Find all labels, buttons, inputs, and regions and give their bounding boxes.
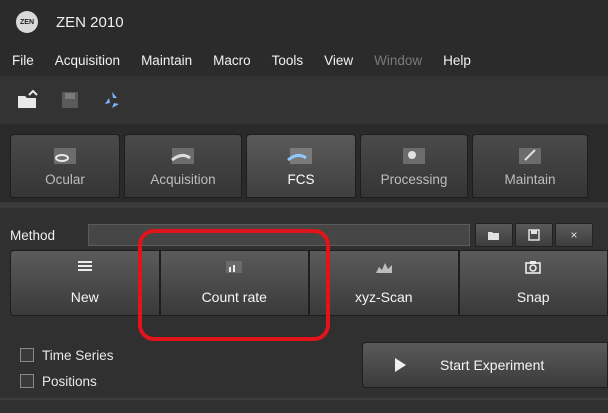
acquisition-icon	[171, 148, 194, 164]
method-close-button[interactable]: ×	[555, 223, 593, 247]
count-rate-button[interactable]: Count rate	[159, 250, 309, 316]
close-icon: ×	[570, 228, 578, 242]
tab-maintain[interactable]: Maintain	[472, 134, 588, 198]
menu-acquisition[interactable]: Acquisition	[55, 53, 120, 68]
processing-gear-icon	[403, 148, 425, 164]
menu-bar: File Acquisition Maintain Macro Tools Vi…	[0, 44, 608, 76]
open-folder-icon	[488, 232, 499, 240]
menu-macro[interactable]: Macro	[213, 53, 251, 68]
save-disk-icon	[528, 229, 540, 241]
start-experiment-button[interactable]: Start Experiment	[362, 342, 608, 388]
list-lines-icon	[77, 261, 92, 271]
title-bar: ZEN ZEN 2010	[0, 0, 608, 44]
recycle-icon[interactable]	[101, 89, 123, 111]
experiment-options: Time Series Positions	[20, 343, 114, 395]
ocular-icon	[54, 148, 76, 164]
bottom-divider	[0, 398, 608, 400]
method-buttons: ×	[475, 223, 595, 247]
menu-file[interactable]: File	[12, 53, 34, 68]
new-button[interactable]: New	[10, 250, 160, 316]
tab-acquisition[interactable]: Acquisition	[124, 134, 242, 198]
menu-window[interactable]: Window	[374, 53, 422, 68]
zen-logo-icon: ZEN	[16, 11, 38, 33]
tab-strip: Ocular Acquisition FCS Processing Mainta…	[0, 124, 608, 208]
bar-chart-icon	[226, 261, 243, 273]
tab-processing[interactable]: Processing	[360, 134, 468, 198]
main-toolbar	[0, 76, 608, 124]
window-title: ZEN 2010	[56, 13, 124, 31]
save-disk-icon[interactable]	[59, 89, 81, 111]
maintain-icon	[519, 148, 541, 164]
xyz-scan-button[interactable]: xyz-Scan	[309, 250, 459, 316]
tab-fcs[interactable]: FCS	[246, 134, 356, 198]
method-row: Method ×	[10, 222, 608, 248]
method-open-button[interactable]	[475, 223, 513, 247]
menu-tools[interactable]: Tools	[272, 53, 304, 68]
menu-maintain[interactable]: Maintain	[141, 53, 192, 68]
menu-view[interactable]: View	[324, 53, 353, 68]
time-series-option[interactable]: Time Series	[20, 343, 114, 367]
snap-button[interactable]: Snap	[458, 250, 608, 316]
play-icon	[395, 358, 406, 372]
menu-help[interactable]: Help	[443, 53, 471, 68]
method-label: Method	[10, 227, 56, 243]
open-folder-icon[interactable]	[17, 89, 39, 111]
fcs-icon	[287, 148, 312, 164]
camera-icon	[525, 261, 542, 274]
action-button-row: New Count rate xyz-Scan Snap	[10, 250, 608, 316]
method-input[interactable]	[88, 224, 470, 246]
tab-ocular[interactable]: Ocular	[10, 134, 120, 198]
positions-checkbox[interactable]	[20, 374, 34, 388]
positions-option[interactable]: Positions	[20, 369, 114, 393]
time-series-checkbox[interactable]	[20, 348, 34, 362]
method-save-button[interactable]	[515, 223, 553, 247]
scan-histogram-icon	[375, 263, 392, 273]
